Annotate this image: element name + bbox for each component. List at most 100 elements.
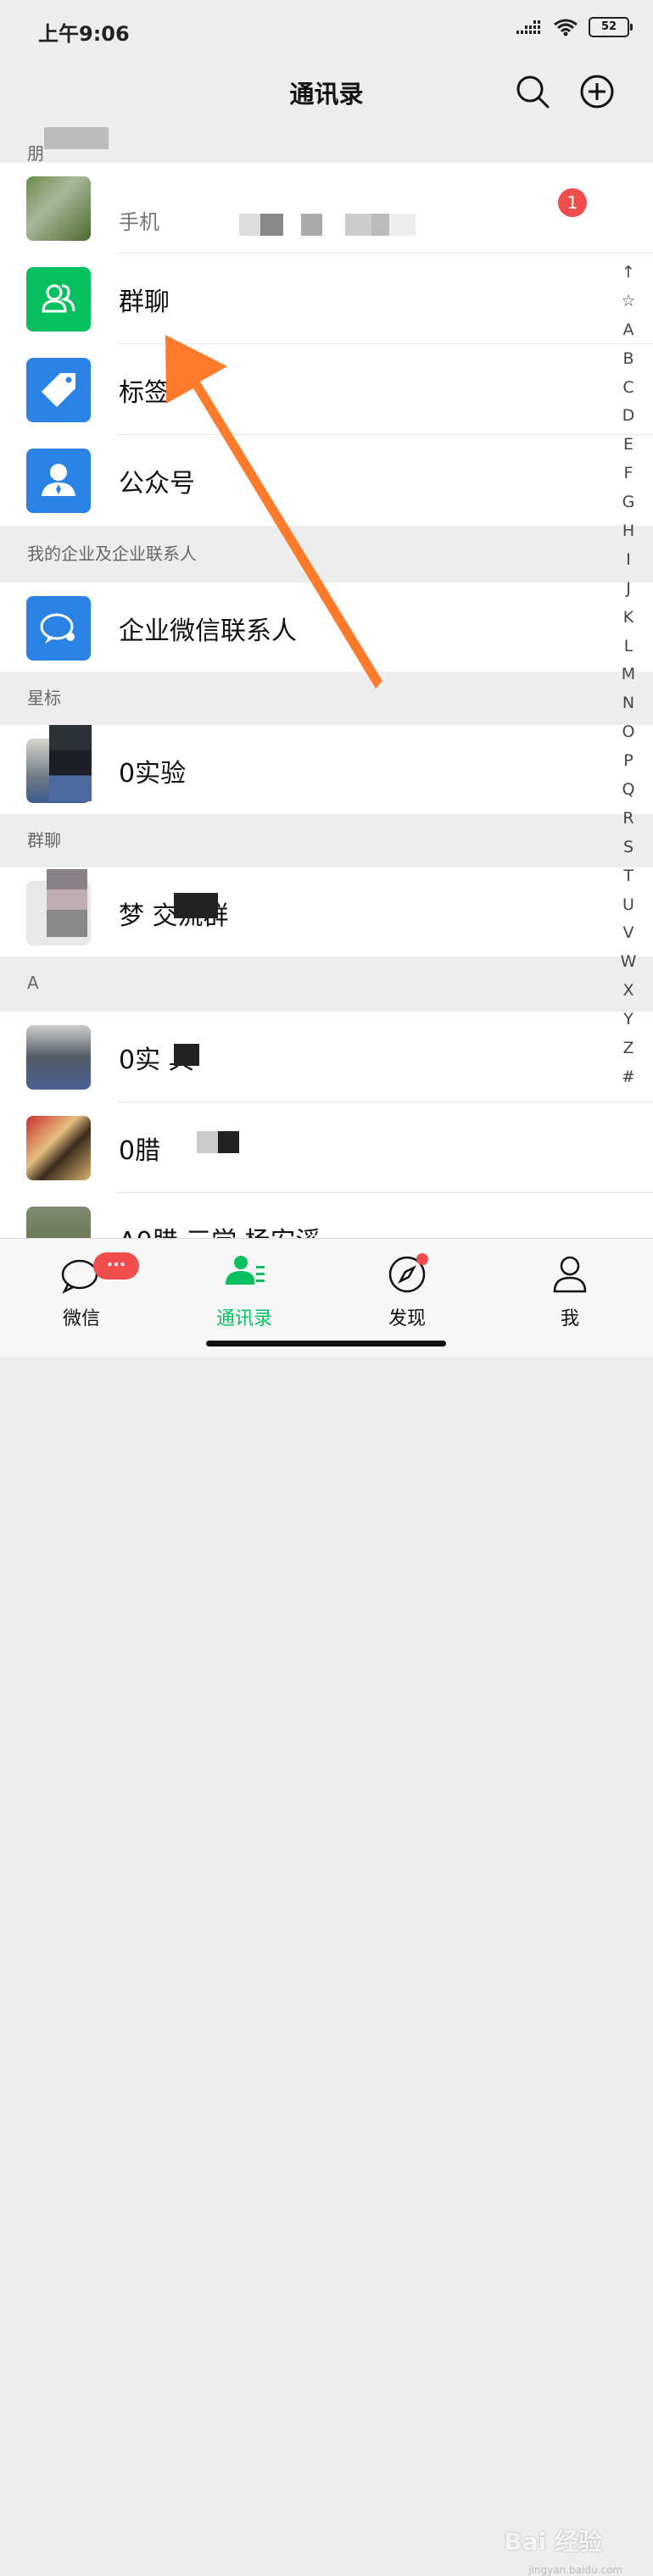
index-letter[interactable]: W [621, 948, 637, 977]
index-letter[interactable]: G [622, 488, 635, 517]
index-letter[interactable]: X [622, 977, 633, 1006]
privacy-mosaic [49, 725, 92, 801]
row-label: 0腊 [119, 1136, 161, 1166]
work-chat-icon [40, 613, 75, 644]
tab-chats[interactable]: ··· 微信 [0, 1239, 163, 1358]
status-time: 上午9:06 [38, 22, 130, 46]
tab-discover[interactable]: 发现 [326, 1239, 488, 1358]
row-label: 标签 [119, 378, 170, 408]
tab-me[interactable]: 我 [488, 1239, 651, 1358]
list-item-official-accounts[interactable]: 公众号 [0, 435, 653, 526]
index-letter[interactable]: S [623, 834, 633, 862]
person-icon [42, 464, 75, 496]
tab-label: 我 [560, 1308, 579, 1330]
index-letter[interactable]: L [624, 633, 633, 661]
avatar [26, 267, 91, 332]
index-letter[interactable]: O [622, 718, 635, 747]
status-bar: 上午9:06 52 [0, 0, 653, 59]
section-header-label: A [27, 973, 39, 993]
row-label: A0腊 三学 杨安溪 [119, 1220, 321, 1238]
tab-bar: ··· 微信 通讯录 发现 我 Bai 经验 jingyan.baidu.com [0, 1238, 653, 2576]
index-letter[interactable]: ☆ [621, 287, 635, 316]
avatar [26, 596, 91, 661]
watermark-logo: Bai 经验 [504, 2528, 602, 2556]
privacy-mosaic [174, 893, 218, 918]
unread-badge: ··· [93, 1252, 139, 1280]
row-label: 群聊 [119, 287, 170, 317]
index-letter[interactable]: P [623, 747, 633, 776]
index-letter[interactable]: Z [622, 1034, 633, 1063]
index-letter[interactable]: M [622, 661, 635, 689]
section-header-groups: 群聊 [0, 814, 653, 867]
privacy-mosaic [47, 869, 87, 937]
add-icon[interactable] [578, 73, 616, 110]
list-item-contact[interactable]: 0实 具 [0, 1012, 653, 1102]
watermark-url: jingyan.baidu.com [528, 2564, 622, 2576]
row-label: 0实验 [119, 759, 187, 789]
home-indicator[interactable] [206, 1341, 446, 1347]
tab-label: 通讯录 [215, 1308, 272, 1330]
index-letter[interactable]: Q [622, 776, 635, 805]
avatar [26, 1116, 91, 1180]
list-item-new-friends[interactable]: 手机 1 [0, 163, 653, 254]
list-item-group-chat[interactable]: 群聊 [0, 254, 653, 344]
index-letter[interactable]: ↑ [622, 259, 635, 287]
list-item-group[interactable]: 梦 交流群 [0, 867, 653, 958]
row-label: 企业微信联系人 [119, 616, 297, 646]
alphabet-index-bar[interactable]: ↑ ☆ A B C D E F G H I J K L M N O P Q R S T U V W X Y Z # [616, 259, 641, 1092]
status-icons: 52 [516, 17, 633, 37]
avatar [26, 1025, 91, 1090]
signal-icon [516, 20, 540, 34]
privacy-mosaic [174, 1044, 199, 1066]
index-letter[interactable]: Y [623, 1006, 633, 1034]
index-letter[interactable]: B [622, 345, 633, 374]
avatar [26, 176, 91, 241]
section-header-label: 我的企业及企业联系人 [27, 544, 197, 564]
index-letter[interactable]: T [623, 862, 633, 891]
index-letter[interactable]: H [622, 517, 634, 546]
list-item-contact[interactable]: 0腊 [0, 1102, 653, 1193]
index-letter[interactable]: I [626, 546, 631, 575]
section-header-starred: 星标 [0, 672, 653, 724]
index-letter[interactable]: J [626, 575, 631, 604]
tag-icon [42, 373, 75, 407]
wifi-icon [554, 19, 578, 36]
tab-label: 微信 [62, 1308, 100, 1330]
contacts-icon [226, 1256, 265, 1285]
list-item-work-contacts[interactable]: 企业微信联系人 [0, 583, 653, 673]
avatar [26, 358, 91, 422]
privacy-mosaic [197, 1131, 239, 1153]
index-letter[interactable]: A [623, 316, 634, 345]
index-letter[interactable]: F [624, 460, 633, 488]
search-icon[interactable] [514, 73, 551, 110]
index-letter[interactable]: V [623, 919, 634, 948]
index-letter[interactable]: # [622, 1063, 635, 1092]
index-letter[interactable]: D [622, 402, 635, 431]
index-letter[interactable]: R [622, 805, 633, 834]
battery-indicator: 52 [589, 17, 633, 37]
index-letter[interactable]: K [623, 604, 633, 633]
section-header-label: 星标 [27, 688, 61, 708]
section-header-enterprise: 我的企业及企业联系人 [0, 527, 653, 580]
group-icon [42, 284, 75, 313]
section-header-a: A [0, 956, 653, 1009]
compass-icon [388, 1253, 428, 1293]
index-letter[interactable]: N [622, 689, 634, 718]
privacy-mosaic [44, 127, 109, 149]
avatar [26, 449, 91, 513]
tab-contacts[interactable]: 通讯录 [163, 1239, 326, 1358]
privacy-mosaic [239, 214, 416, 236]
tab-label: 发现 [388, 1308, 426, 1330]
person-outline-icon [553, 1256, 587, 1293]
list-item-starred[interactable]: 0实验 [0, 725, 653, 816]
privacy-mask [187, 725, 288, 814]
index-letter[interactable]: C [622, 374, 633, 403]
index-letter[interactable]: E [623, 431, 633, 460]
notification-badge: 1 [558, 188, 587, 217]
list-item-tags[interactable]: 标签 [0, 344, 653, 435]
section-header-label: 朋 [27, 143, 44, 164]
index-letter[interactable]: U [622, 891, 634, 920]
privacy-mask [93, 163, 458, 209]
list-item-contact[interactable]: A0腊 三学 杨安溪 [0, 1193, 653, 1238]
page-title: 通讯录 [289, 80, 364, 109]
